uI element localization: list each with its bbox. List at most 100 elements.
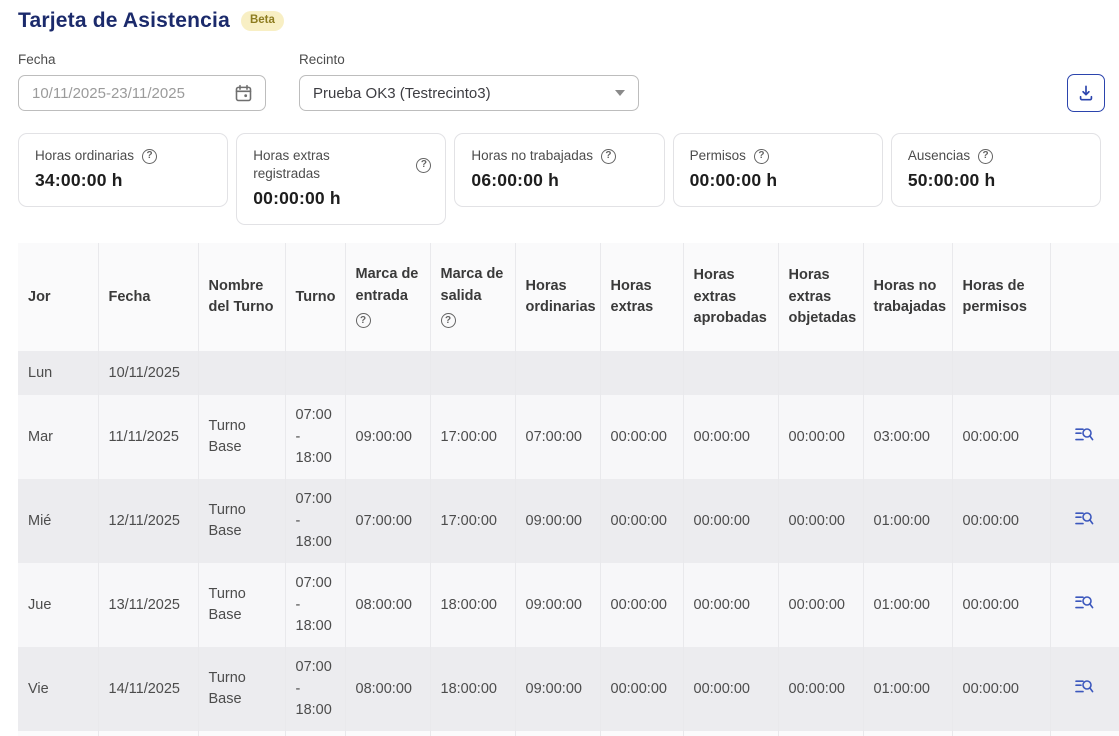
summary-card-registered-overtime: Horas extras registradas 00:00:00 h xyxy=(236,133,446,225)
cell-extra-objected: 00:00:00 xyxy=(778,479,863,563)
cell-check-out: 18:00:00 xyxy=(430,563,515,647)
help-circle-icon[interactable] xyxy=(416,158,431,173)
cell-check-in: 08:00:00 xyxy=(345,647,430,731)
col-header-extra-approved: Horas extras aprobadas xyxy=(683,243,778,351)
card-label: Ausencias xyxy=(908,147,970,165)
cell-check-in xyxy=(345,351,430,395)
date-range-value: 10/11/2025-23/11/2025 xyxy=(32,85,185,102)
cell-day: Mar xyxy=(18,395,98,479)
table-row: Jue 13/11/2025 Turno Base 07:00 - 18:00 … xyxy=(18,563,1119,647)
col-header-extra-hours: Horas extras xyxy=(600,243,683,351)
site-select-value: Prueba OK3 (Testrecinto3) xyxy=(313,85,491,102)
cell-check-out: 17:00:00 xyxy=(430,479,515,563)
cell-date: 14/11/2025 xyxy=(98,647,198,731)
cell-shift-name xyxy=(198,351,285,395)
chevron-down-icon xyxy=(615,90,625,96)
cell-ordinary: 09:00:00 xyxy=(515,647,600,731)
download-button[interactable] xyxy=(1067,74,1105,112)
search-detail-icon xyxy=(1074,426,1095,443)
cell-shift-name: Turno Base xyxy=(198,395,285,479)
summary-card-not-worked-hours: Horas no trabajadas 06:00:00 h xyxy=(454,133,664,207)
table-row: Vie 14/11/2025 Turno Base 07:00 - 18:00 … xyxy=(18,647,1119,731)
page-title: Tarjeta de Asistencia xyxy=(18,9,230,33)
attendance-table: Jor Fecha Nombre del Turno Turno Marca d… xyxy=(18,243,1119,736)
cell-extra: 00:00:00 xyxy=(600,563,683,647)
cell-extra: 00:00:00 xyxy=(600,479,683,563)
summary-card-absences: Ausencias 50:00:00 h xyxy=(891,133,1101,207)
date-range-input[interactable]: 10/11/2025-23/11/2025 xyxy=(18,75,266,111)
cell-permits: 00:00:00 xyxy=(952,479,1050,563)
calendar-icon[interactable] xyxy=(233,83,254,104)
help-circle-icon[interactable] xyxy=(356,313,371,328)
cell-day: Lun xyxy=(18,351,98,395)
row-detail-button[interactable] xyxy=(1072,592,1097,613)
cell-extra-objected xyxy=(778,351,863,395)
cell-day: Mié xyxy=(18,479,98,563)
cell-permits xyxy=(952,351,1050,395)
cell-not-worked: 03:00:00 xyxy=(863,395,952,479)
table-row: Mié 12/11/2025 Turno Base 07:00 - 18:00 … xyxy=(18,479,1119,563)
download-icon xyxy=(1076,83,1096,103)
cell-extra: 00:00:00 xyxy=(600,647,683,731)
card-label: Horas extras registradas xyxy=(253,147,375,183)
card-label: Permisos xyxy=(690,147,746,165)
cell-extra: 00:00:00 xyxy=(600,395,683,479)
cell-shift: 07:00 - 18:00 xyxy=(285,647,345,731)
col-header-not-worked: Horas no trabajadas xyxy=(863,243,952,351)
card-value: 34:00:00 h xyxy=(35,170,213,191)
site-filter-label: Recinto xyxy=(299,52,639,67)
cell-shift: 07:00 - 18:00 xyxy=(285,479,345,563)
site-select[interactable]: Prueba OK3 (Testrecinto3) xyxy=(299,75,639,111)
site-filter-group: Recinto Prueba OK3 (Testrecinto3) xyxy=(299,52,639,111)
table-row: Lun 10/11/2025 xyxy=(18,351,1119,395)
card-label: Horas ordinarias xyxy=(35,147,134,165)
cell-extra-approved: 00:00:00 xyxy=(683,647,778,731)
cell-check-in: 09:00:00 xyxy=(345,395,430,479)
cell-ordinary: 09:00:00 xyxy=(515,479,600,563)
cell-ordinary xyxy=(515,351,600,395)
table-header-row: Jor Fecha Nombre del Turno Turno Marca d… xyxy=(18,243,1119,351)
help-circle-icon[interactable] xyxy=(978,149,993,164)
help-circle-icon[interactable] xyxy=(441,313,456,328)
row-detail-button[interactable] xyxy=(1072,508,1097,529)
cell-shift-name: Turno Base xyxy=(198,647,285,731)
card-value: 00:00:00 h xyxy=(253,188,431,209)
search-detail-icon xyxy=(1074,510,1095,527)
card-value: 06:00:00 h xyxy=(471,170,649,191)
cell-extra-objected: 00:00:00 xyxy=(778,647,863,731)
help-circle-icon[interactable] xyxy=(142,149,157,164)
cell-extra-objected: 00:00:00 xyxy=(778,395,863,479)
filters-bar: Fecha 10/11/2025-23/11/2025 Recinto Prue… xyxy=(18,52,1119,111)
cell-permits: 00:00:00 xyxy=(952,395,1050,479)
card-value: 00:00:00 h xyxy=(690,170,868,191)
cell-ordinary: 09:00:00 xyxy=(515,563,600,647)
cell-extra-approved: 00:00:00 xyxy=(683,479,778,563)
col-header-day: Jor xyxy=(18,243,98,351)
row-detail-button[interactable] xyxy=(1072,424,1097,445)
cell-date: 13/11/2025 xyxy=(98,563,198,647)
cell-check-out: 18:00:00 xyxy=(430,647,515,731)
cell-shift: 07:00 - 18:00 xyxy=(285,563,345,647)
date-filter-label: Fecha xyxy=(18,52,266,67)
cell-shift xyxy=(285,351,345,395)
col-header-ordinary-hours: Horas ordinarias xyxy=(515,243,600,351)
cell-shift-name: Turno Base xyxy=(198,563,285,647)
cell-actions xyxy=(1050,479,1119,563)
cell-permits: 00:00:00 xyxy=(952,563,1050,647)
cell-extra-approved: 00:00:00 xyxy=(683,563,778,647)
page-header: Tarjeta de Asistencia Beta xyxy=(18,6,1119,36)
col-header-date: Fecha xyxy=(98,243,198,351)
col-header-check-in: Marca de entrada xyxy=(345,243,430,351)
search-detail-icon xyxy=(1074,594,1095,611)
summary-card-ordinary-hours: Horas ordinarias 34:00:00 h xyxy=(18,133,228,207)
cell-actions xyxy=(1050,647,1119,731)
card-label: Horas no trabajadas xyxy=(471,147,593,165)
help-circle-icon[interactable] xyxy=(754,149,769,164)
row-detail-button[interactable] xyxy=(1072,676,1097,697)
help-circle-icon[interactable] xyxy=(601,149,616,164)
cell-date: 11/11/2025 xyxy=(98,395,198,479)
cell-check-in: 08:00:00 xyxy=(345,563,430,647)
cell-extra-approved: 00:00:00 xyxy=(683,395,778,479)
cell-day: Jue xyxy=(18,563,98,647)
cell-day: Vie xyxy=(18,647,98,731)
